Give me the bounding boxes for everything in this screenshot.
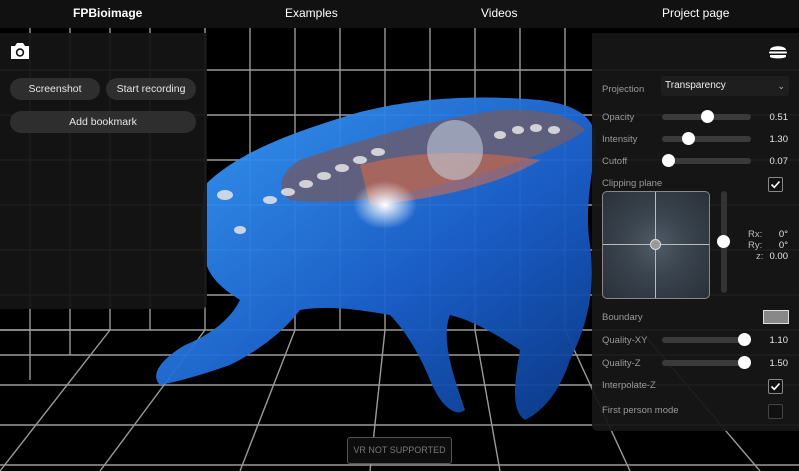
specimen-rendering [156, 97, 596, 420]
opacity-slider[interactable] [662, 110, 751, 123]
boundary-color-swatch[interactable] [763, 310, 789, 324]
screenshot-button[interactable]: Screenshot [10, 78, 100, 100]
z-label: z: [756, 251, 764, 262]
quality-z-slider[interactable] [662, 356, 752, 369]
quality-z-slider-thumb[interactable] [738, 356, 752, 369]
first-person-mode-checkbox[interactable] [768, 404, 783, 419]
hamburger-menu-icon[interactable] [768, 43, 788, 61]
intensity-value: 1.30 [769, 134, 789, 145]
projection-label: Projection [602, 84, 645, 95]
ry-value: 0° [778, 240, 788, 251]
rx-label: Rx: [748, 229, 763, 240]
nav-examples-link[interactable]: Examples [285, 6, 338, 20]
first-person-mode-label: First person mode [602, 405, 679, 416]
vr-not-supported-button[interactable]: VR NOT SUPPORTED [347, 437, 452, 464]
cutoff-slider[interactable] [661, 154, 751, 167]
nav-brand-link[interactable]: FPBioimage [73, 6, 142, 20]
quality-xy-slider-thumb[interactable] [738, 333, 752, 346]
start-recording-button[interactable]: Start recording [106, 78, 196, 100]
clipping-plane-label: Clipping plane [602, 178, 663, 189]
camera-icon[interactable] [9, 42, 31, 60]
clipping-plane-depth-slider[interactable] [717, 191, 730, 293]
chevron-down-icon: ⌄ [777, 81, 785, 91]
cutoff-value: 0.07 [769, 156, 789, 167]
opacity-value: 0.51 [769, 112, 789, 123]
render-settings-panel: Projection Transparency ⌄ Opacity 0.51 I… [592, 33, 799, 431]
ry-label: Ry: [748, 240, 763, 251]
quality-z-value: 1.50 [769, 358, 789, 369]
intensity-label: Intensity [602, 134, 638, 145]
intensity-slider-thumb[interactable] [682, 132, 696, 145]
rotation-pad-handle[interactable] [650, 239, 661, 250]
rx-value: 0° [778, 229, 788, 240]
projection-select[interactable]: Transparency ⌄ [661, 76, 789, 96]
clipping-plane-checkbox[interactable] [768, 177, 783, 192]
interpolate-z-label: Interpolate-Z [602, 380, 656, 391]
cutoff-label: Cutoff [602, 156, 628, 167]
depth-slider-thumb[interactable] [717, 235, 730, 248]
nav-project-page-link[interactable]: Project page [662, 6, 729, 20]
opacity-label: Opacity [602, 112, 635, 123]
quality-z-label: Quality-Z [602, 358, 641, 369]
top-nav-bar: FPBioimage Examples Videos Project page [0, 0, 799, 28]
quality-xy-value: 1.10 [769, 335, 789, 346]
nav-videos-link[interactable]: Videos [481, 6, 517, 20]
opacity-slider-thumb[interactable] [700, 110, 714, 123]
add-bookmark-button[interactable]: Add bookmark [10, 111, 196, 133]
capture-panel: Screenshot Start recording Add bookmark [0, 33, 207, 309]
boundary-label: Boundary [602, 312, 643, 323]
quality-xy-label: Quality-XY [602, 335, 648, 346]
projection-value: Transparency [665, 80, 726, 91]
clipping-plane-rotation-pad[interactable] [602, 191, 710, 299]
interpolate-z-checkbox[interactable] [768, 379, 783, 394]
z-value: 0.00 [769, 251, 789, 262]
quality-xy-slider[interactable] [662, 333, 752, 346]
cutoff-slider-thumb[interactable] [661, 154, 675, 167]
intensity-slider[interactable] [662, 132, 751, 145]
